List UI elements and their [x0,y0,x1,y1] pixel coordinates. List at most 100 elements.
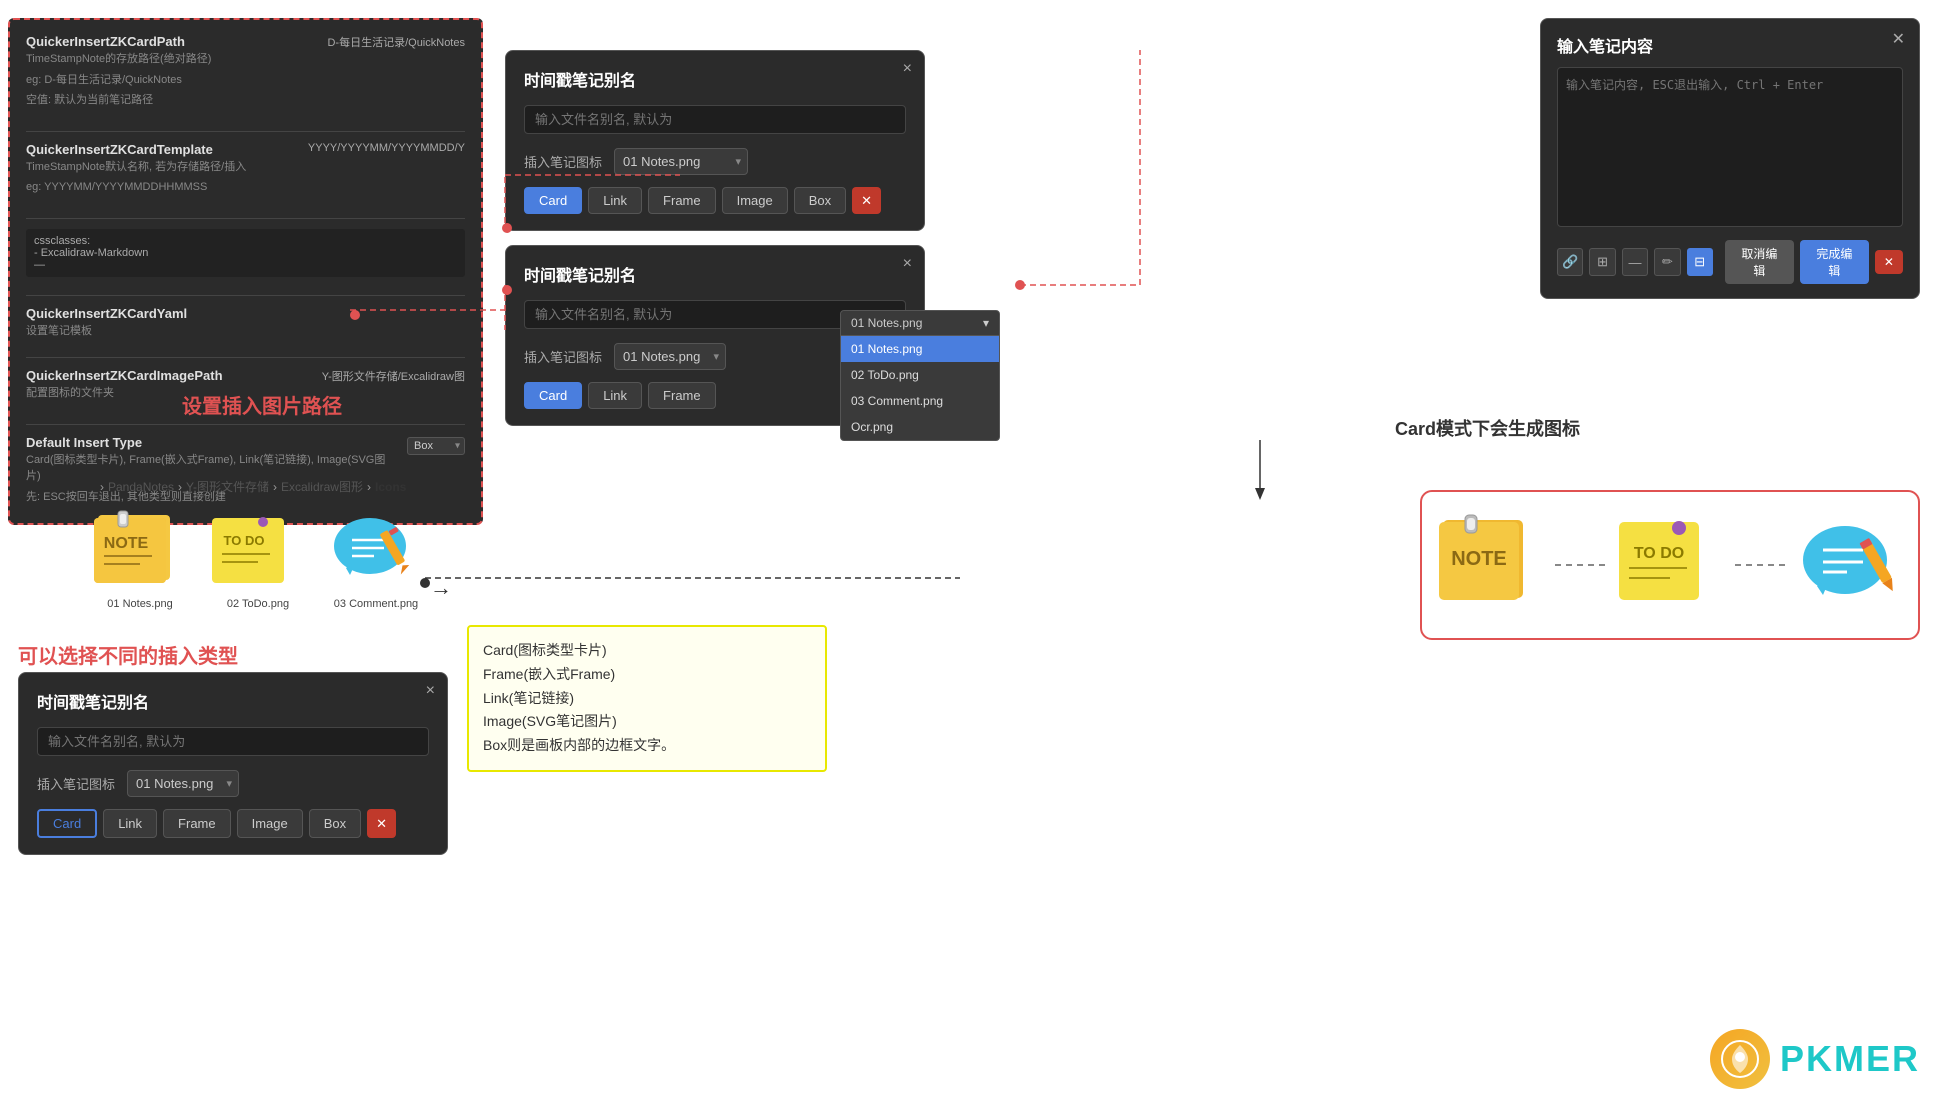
setting-key-1: QuickerInsertZKCardPath [26,34,327,49]
setting-value-5: Y-图形文件存储/Excalidraw图 [322,368,465,384]
annotation-card-mode: Card模式下会生成图标 [1395,415,1580,441]
btn-frame-bottom[interactable]: Frame [163,809,231,838]
dropdown-selected-label: 01 Notes.png [851,316,922,330]
alias-input-bottom[interactable] [37,727,429,756]
svg-text:NOTE: NOTE [104,535,149,552]
toolbar-link-icon[interactable]: 🔗 [1557,248,1583,276]
file-sep-1: › [178,480,182,494]
svg-text:TO DO: TO DO [224,533,265,548]
dropdown-arrow: ▾ [983,316,989,330]
dialog-timestamp-bottom: 时间戳笔记别名 × 插入笔记图标 01 Notes.png Card Link … [18,672,448,855]
btn-frame-top[interactable]: Frame [648,187,716,214]
settings-row-template: QuickerInsertZKCardTemplate TimeStampNot… [26,142,465,200]
delete-btn-bottom[interactable]: ✕ [367,809,396,838]
note-input-close[interactable]: ✕ [1892,29,1905,49]
delete-edit-btn[interactable]: ✕ [1875,250,1903,274]
toolbar-code-icon[interactable]: ⊟ [1687,248,1713,276]
yellow-line-4: Box则是画板内部的边框文字。 [483,734,811,758]
file-browser-item-0[interactable]: PandaNotes [108,480,174,494]
btn-box-bottom[interactable]: Box [309,809,361,838]
dialog-title-top: 时间戳笔记别名 [524,67,906,91]
close-button-bottom[interactable]: × [426,683,435,699]
setting-key-6: Default Insert Type [26,435,395,450]
icon-thumbnails: NOTE 01 Notes.png TO DO 02 ToDo.png [90,510,426,610]
cancel-edit-btn[interactable]: 取消编辑 [1725,240,1794,284]
btn-frame-mid[interactable]: Frame [648,382,716,409]
file-sep-2: › [273,480,277,494]
btn-card-mid[interactable]: Card [524,382,582,409]
setting-key-5: QuickerInsertZKCardImagePath [26,368,322,383]
insert-type-buttons-bottom: Card Link Frame Image Box ✕ [37,809,429,838]
settings-row-type: Default Insert Type Card(图标类型卡片), Frame(… [26,435,465,510]
thumb-todo-label: 02 ToDo.png [227,598,289,610]
red-dot-3 [502,285,512,295]
setting-desc-1a: TimeStampNote的存放路径(绝对路径) [26,51,327,68]
btn-card-top[interactable]: Card [524,187,582,214]
btn-link-bottom[interactable]: Link [103,809,157,838]
thumb-note: NOTE 01 Notes.png [90,510,190,610]
insert-icon-label-mid: 插入笔记图标 [524,347,604,366]
dropdown-header: 01 Notes.png ▾ [841,311,999,336]
annotation-type: 可以选择不同的插入类型 [18,640,238,669]
dropdown-item-3[interactable]: Ocr.png [841,414,999,440]
icon-showcase: NOTE TO DO [1420,490,1920,640]
file-browser-item-2[interactable]: Excalidraw图形 [281,478,363,495]
icon-dropdown-menu: 01 Notes.png ▾ 01 Notes.png 02 ToDo.png … [840,310,1000,441]
note-icon-svg: NOTE [90,510,190,592]
note-input-title: 输入笔记内容 [1557,33,1903,57]
file-browser-item-3[interactable]: Icons [375,480,406,494]
btn-image-top[interactable]: Image [722,187,788,214]
thumb-comment-label: 03 Comment.png [334,598,418,610]
css-val: - Excalidraw-Markdown [34,247,457,259]
dropdown-item-1[interactable]: 02 ToDo.png [841,362,999,388]
toolbar-grid-icon[interactable]: ⊞ [1589,248,1615,276]
btn-card-bottom[interactable]: Card [37,809,97,838]
setting-desc-1c: 空值: 默认为当前笔记路径 [26,92,327,109]
setting-key-2: QuickerInsertZKCardTemplate [26,142,308,157]
settings-row-yaml: QuickerInsertZKCardYaml 设置笔记模板 [26,306,465,340]
dialog-title-bottom: 时间戳笔记别名 [37,689,429,713]
close-button-top[interactable]: × [903,61,912,77]
icon-select-mid[interactable]: 01 Notes.png [614,343,726,370]
yellow-line-2: Link(笔记链接) [483,687,811,711]
btn-link-top[interactable]: Link [588,187,642,214]
toolbar-edit-icon[interactable]: ✏ [1654,248,1680,276]
btn-box-top[interactable]: Box [794,187,846,214]
dropdown-item-0[interactable]: 01 Notes.png [841,336,999,362]
yellow-description-box: Card(图标类型卡片) Frame(嵌入式Frame) Link(笔记链接) … [467,625,827,772]
comment-icon-svg [326,510,426,592]
note-input-textarea[interactable] [1557,67,1903,227]
dashed-separator-1 [1555,564,1605,566]
setting-desc-4: 设置笔记模板 [26,323,465,340]
file-browser: › PandaNotes › Y-图形文件存储 › Excalidraw图形 ›… [100,478,406,495]
yellow-line-0: Card(图标类型卡片) [483,639,811,663]
yellow-line-3: Image(SVG笔记图片) [483,710,811,734]
showcase-todo-icon: TO DO [1615,510,1725,620]
pkmer-circle-icon [1710,1029,1770,1089]
delete-btn-top[interactable]: ✕ [852,187,881,214]
alias-input-top[interactable] [524,105,906,134]
red-dot-2 [350,310,360,320]
close-button-mid[interactable]: × [903,256,912,272]
complete-edit-btn[interactable]: 完成编辑 [1800,240,1869,284]
file-browser-item-1[interactable]: Y-图形文件存储 [186,478,269,495]
btn-link-mid[interactable]: Link [588,382,642,409]
icon-select-top[interactable]: 01 Notes.png 02 ToDo.png 03 Comment.png … [614,148,748,175]
pkmer-text: PKMER [1780,1038,1920,1080]
annotation-img-path: 设置插入图片路径 [182,390,342,419]
red-dot-1 [502,223,512,233]
btn-image-bottom[interactable]: Image [237,809,303,838]
type-select[interactable]: Box Card Frame Link Image [407,437,465,455]
pkmer-logo: PKMER [1710,1029,1920,1089]
showcase-comment-icon [1795,510,1905,620]
dropdown-item-2[interactable]: 03 Comment.png [841,388,999,414]
toolbar-dash-icon[interactable]: — [1622,248,1648,276]
thumb-comment: 03 Comment.png [326,510,426,610]
file-sep-3: › [367,480,371,494]
insert-type-buttons-top: Card Link Frame Image Box ✕ [524,187,906,214]
icon-select-bottom[interactable]: 01 Notes.png [127,770,239,797]
note-input-panel: 输入笔记内容 ✕ 🔗 ⊞ — ✏ ⊟ 取消编辑 完成编辑 ✕ [1540,18,1920,299]
dialog-title-mid: 时间戳笔记别名 [524,262,906,286]
setting-desc-2a: TimeStampNote默认名称, 若为存储路径/插入 [26,159,308,176]
setting-value-1: D-每日生活记录/QuickNotes [327,34,465,50]
